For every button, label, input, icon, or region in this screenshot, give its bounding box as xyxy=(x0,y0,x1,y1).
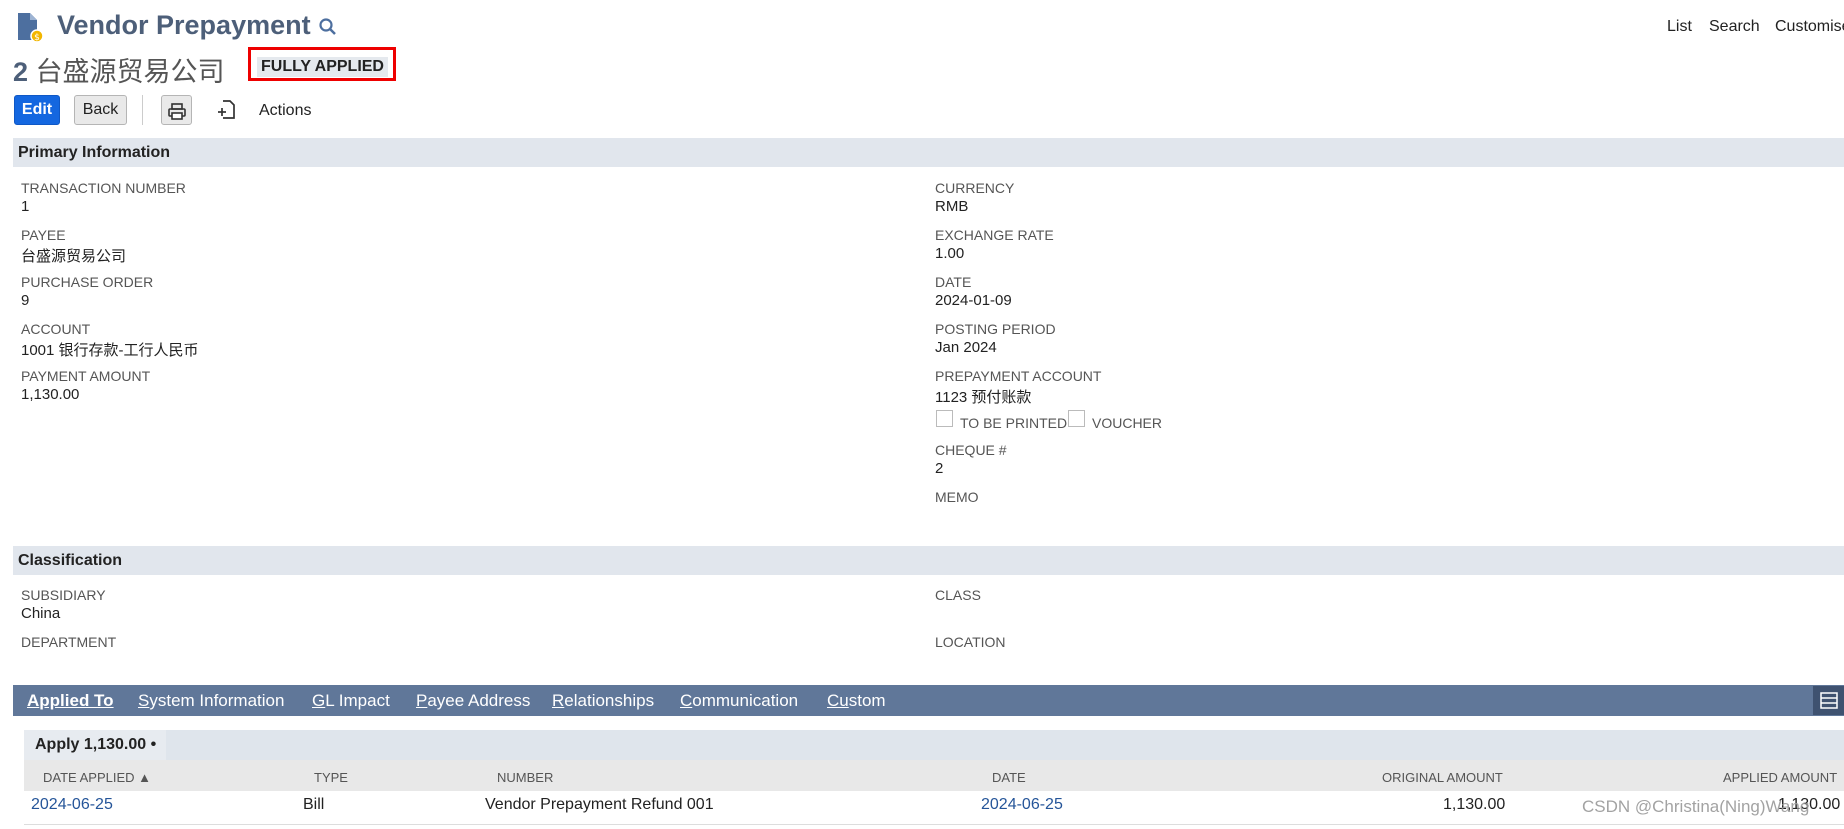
field-label: DEPARTMENT xyxy=(21,634,117,650)
record-heading: 2 台盛源贸易公司 xyxy=(13,50,225,89)
table-header xyxy=(24,760,1844,791)
field-label: TRANSACTION NUMBER xyxy=(21,180,186,196)
tab-text: elationships xyxy=(564,691,655,710)
posting-period-value: Jan 2024 xyxy=(935,339,997,356)
field-label: CLASS xyxy=(935,587,981,603)
tab-gl-impact[interactable]: GL Impact xyxy=(312,691,390,711)
layout-toggle-button[interactable] xyxy=(1813,686,1844,715)
column-header-date[interactable]: DATE xyxy=(992,770,1026,785)
row-date-applied-link[interactable]: 2024-06-25 xyxy=(31,796,113,814)
column-header-original-amount[interactable]: ORIGINAL AMOUNT xyxy=(1382,770,1503,785)
search-icon[interactable] xyxy=(318,17,338,42)
exchange-rate-value: 1.00 xyxy=(935,245,965,262)
tab-custom[interactable]: Custom xyxy=(827,691,886,711)
print-button[interactable] xyxy=(161,95,192,125)
tab-text: L Impact xyxy=(325,691,390,710)
nav-search-link[interactable]: Search xyxy=(1709,18,1760,36)
classification-section-bar[interactable] xyxy=(13,546,1844,575)
page-title: Vendor Prepayment xyxy=(57,10,311,40)
record-type-icon: $ xyxy=(16,12,46,49)
row-divider xyxy=(24,824,1844,825)
field-label: PURCHASE ORDER xyxy=(21,274,154,290)
column-header-number[interactable]: NUMBER xyxy=(497,770,553,785)
column-header-date-applied[interactable]: DATE APPLIED ▲ xyxy=(43,770,151,785)
field-label: SUBSIDIARY xyxy=(21,587,106,603)
tab-key: A xyxy=(27,691,40,710)
field-label: PREPAYMENT ACCOUNT xyxy=(935,368,1102,384)
field-label: POSTING PERIOD xyxy=(935,321,1056,337)
tab-applied-to[interactable]: Applied To xyxy=(27,691,114,711)
apply-total-tab[interactable]: Apply 1,130.00 • xyxy=(24,730,166,760)
tab-key: Cu xyxy=(827,691,849,710)
nav-list-link[interactable]: List xyxy=(1667,18,1692,36)
date-value: 2024-01-09 xyxy=(935,292,1012,309)
account-link[interactable]: 1001 银行存款-工行人民币 xyxy=(21,339,199,360)
record-name: 台盛源贸易公司 xyxy=(35,57,225,87)
apply-sublist-bar xyxy=(24,730,1844,760)
field-label: PAYEE xyxy=(21,227,66,243)
column-header-type[interactable]: TYPE xyxy=(314,770,348,785)
watermark: CSDN @Christina(Ning)Wang xyxy=(1582,797,1810,816)
field-label: EXCHANGE RATE xyxy=(935,227,1054,243)
currency-link[interactable]: RMB xyxy=(935,198,968,215)
tab-key: S xyxy=(138,691,150,710)
transaction-number-value: 1 xyxy=(21,198,30,215)
field-label: MEMO xyxy=(935,489,979,505)
to-be-printed-label: TO BE PRINTED xyxy=(960,415,1068,431)
field-label: DATE xyxy=(935,274,972,290)
payment-amount-value: 1,130.00 xyxy=(21,386,80,403)
subsidiary-link[interactable]: China xyxy=(21,605,60,622)
layout-icon xyxy=(1820,692,1838,714)
subtab-bar xyxy=(13,685,1844,716)
column-header-applied-amount[interactable]: APPLIED AMOUNT xyxy=(1723,770,1837,785)
tab-text: ommunication xyxy=(692,691,799,710)
voucher-checkbox[interactable] xyxy=(1068,410,1085,427)
toolbar-divider xyxy=(142,95,143,125)
svg-text:$: $ xyxy=(34,33,40,43)
nav-customise-link[interactable]: Customise xyxy=(1775,18,1844,36)
field-label: CURRENCY xyxy=(935,180,1015,196)
payee-link[interactable]: 台盛源贸易公司 xyxy=(21,245,126,266)
tab-key: P xyxy=(416,691,428,710)
field-label: ACCOUNT xyxy=(21,321,91,337)
cheque-number-value: 2 xyxy=(935,460,944,477)
row-type: Bill xyxy=(303,796,325,813)
voucher-label: VOUCHER xyxy=(1092,415,1163,431)
apply-total-label: Apply 1,130.00 • xyxy=(35,736,157,753)
add-document-icon[interactable] xyxy=(217,99,237,126)
row-original-amount: 1,130.00 xyxy=(1443,796,1506,813)
field-label: CHEQUE # xyxy=(935,442,1007,458)
purchase-order-link[interactable]: 9 xyxy=(21,292,29,309)
primary-section-bar[interactable] xyxy=(13,138,1844,167)
row-number: Vendor Prepayment Refund 001 xyxy=(485,796,714,813)
actions-menu[interactable]: Actions xyxy=(259,102,311,120)
printer-icon xyxy=(168,102,186,130)
status-badge: FULLY APPLIED xyxy=(248,47,396,81)
tab-key: G xyxy=(312,691,326,710)
tab-key: C xyxy=(680,691,693,710)
prepayment-account-link[interactable]: 1123 预付账款 xyxy=(935,386,1031,407)
primary-section-title: Primary Information xyxy=(18,144,171,161)
tab-payee-address[interactable]: Payee Address xyxy=(416,691,530,711)
tab-key: R xyxy=(552,691,565,710)
field-label: LOCATION xyxy=(935,634,1006,650)
tab-text: stom xyxy=(848,691,886,710)
tab-relationships[interactable]: Relationships xyxy=(552,691,654,711)
to-be-printed-checkbox[interactable] xyxy=(936,410,953,427)
classification-section-title: Classification xyxy=(18,552,123,569)
status-text: FULLY APPLIED xyxy=(257,57,388,77)
tab-system-information[interactable]: System Information xyxy=(138,691,284,711)
field-label: PAYMENT AMOUNT xyxy=(21,368,151,384)
tab-text: ayee Address xyxy=(427,691,531,710)
edit-button[interactable]: Edit xyxy=(14,95,60,125)
row-date-link[interactable]: 2024-06-25 xyxy=(981,796,1063,814)
record-number: 2 xyxy=(13,57,29,87)
back-button[interactable]: Back xyxy=(74,95,127,125)
tab-communication[interactable]: Communication xyxy=(680,691,798,711)
tab-text: ystem Information xyxy=(149,691,285,710)
tab-text: pplied To xyxy=(39,691,114,710)
